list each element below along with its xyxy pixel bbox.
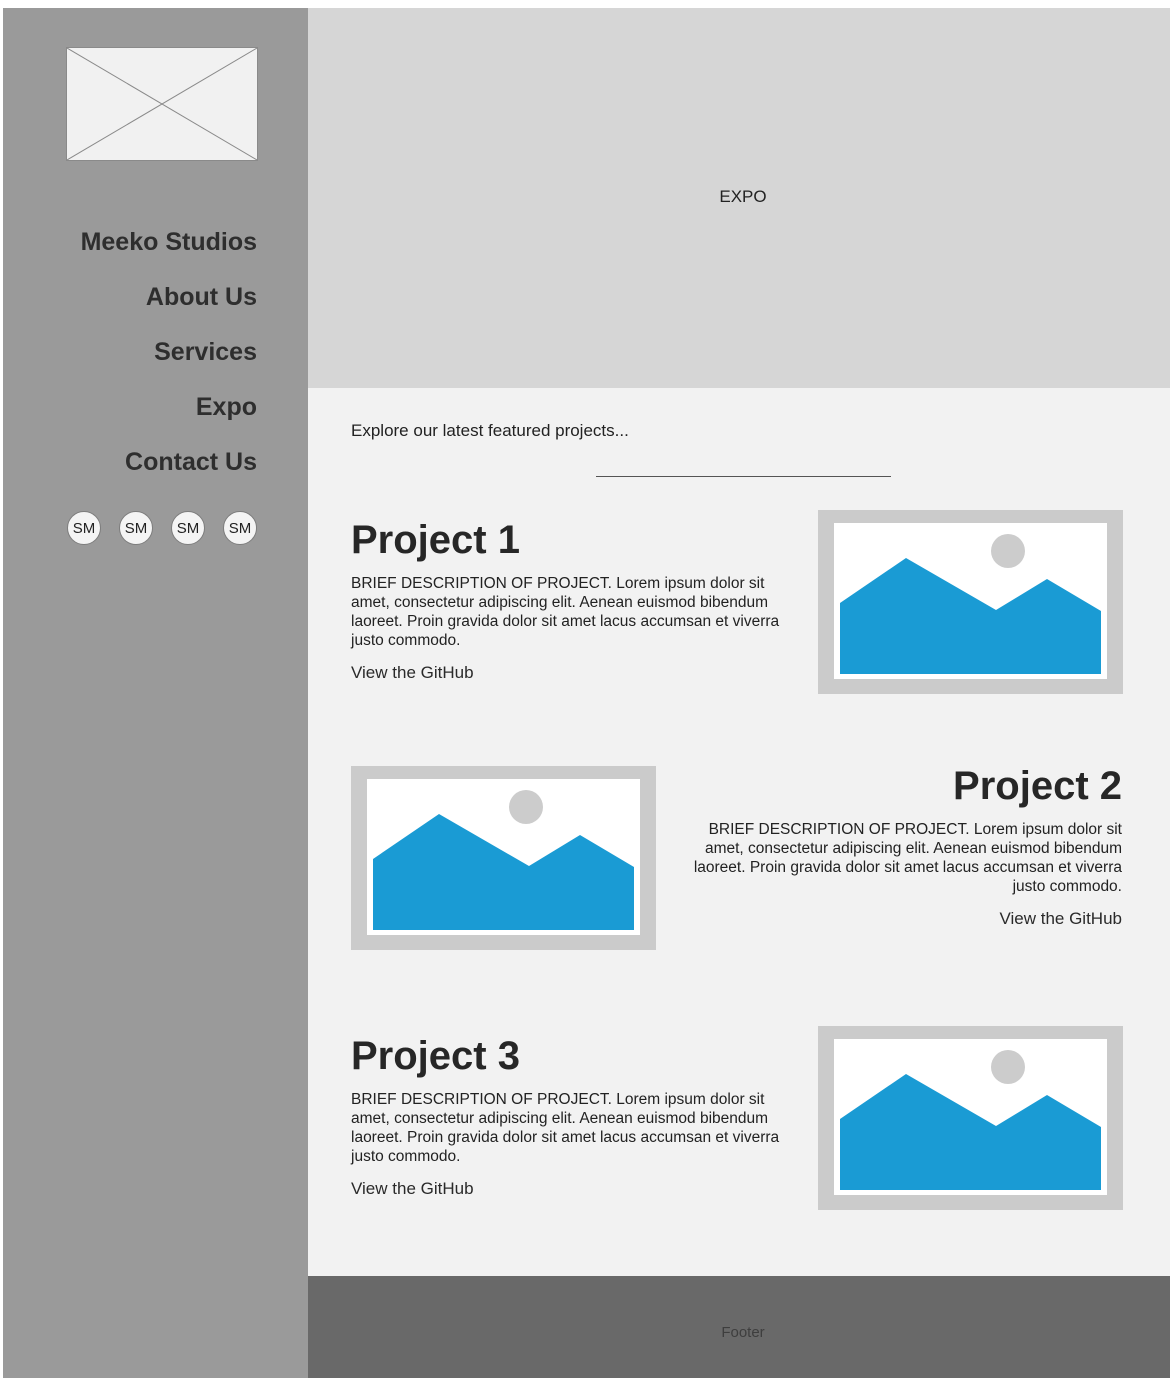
project-card-3: Project 3 BRIEF DESCRIPTION OF PROJECT. … (351, 1034, 796, 1199)
social-media-button[interactable]: SM (119, 511, 153, 545)
project-description: BRIEF DESCRIPTION OF PROJECT. Lorem ipsu… (351, 575, 780, 649)
nav-item-about-us[interactable]: About Us (81, 283, 257, 311)
project-description: BRIEF DESCRIPTION OF PROJECT. Lorem ipsu… (351, 1091, 780, 1165)
nav-item-services[interactable]: Services (81, 338, 257, 366)
github-link[interactable]: View the GitHub (351, 1179, 796, 1199)
social-media-button[interactable]: SM (171, 511, 205, 545)
project-card-1: Project 1 BRIEF DESCRIPTION OF PROJECT. … (351, 518, 796, 683)
project-image-1[interactable] (818, 510, 1123, 694)
intro-text: Explore our latest featured projects... (351, 421, 629, 440)
footer: Footer (308, 1276, 1170, 1378)
social-media-button[interactable]: SM (223, 511, 257, 545)
nav-item-contact-us[interactable]: Contact Us (81, 448, 257, 476)
image-placeholder-icon (834, 523, 1107, 679)
hero-title: EXPO (719, 186, 767, 206)
image-placeholder-icon (834, 1039, 1107, 1195)
hero-banner: EXPO (308, 8, 1170, 388)
logo-placeholder-icon[interactable] (66, 47, 258, 161)
project-title: Project 2 (953, 764, 1122, 808)
main-content: Explore our latest featured projects... … (308, 388, 1170, 1276)
project-image-3[interactable] (818, 1026, 1123, 1210)
footer-label: Footer (721, 1323, 765, 1341)
project-title: Project 3 (351, 1034, 520, 1078)
sidebar: Meeko Studios About Us Services Expo Con… (3, 8, 308, 1378)
github-link[interactable]: View the GitHub (677, 909, 1122, 929)
project-description: BRIEF DESCRIPTION OF PROJECT. Lorem ipsu… (693, 821, 1122, 895)
project-card-2: Project 2 BRIEF DESCRIPTION OF PROJECT. … (677, 764, 1122, 929)
image-placeholder-icon (367, 779, 640, 935)
main-nav: Meeko Studios About Us Services Expo Con… (81, 228, 257, 503)
project-image-2[interactable] (351, 766, 656, 950)
social-links: SM SM SM SM (67, 511, 257, 545)
nav-item-meeko-studios[interactable]: Meeko Studios (81, 228, 257, 256)
nav-item-expo[interactable]: Expo (81, 393, 257, 421)
social-media-button[interactable]: SM (67, 511, 101, 545)
github-link[interactable]: View the GitHub (351, 663, 796, 683)
section-divider (596, 476, 891, 477)
project-title: Project 1 (351, 518, 520, 562)
